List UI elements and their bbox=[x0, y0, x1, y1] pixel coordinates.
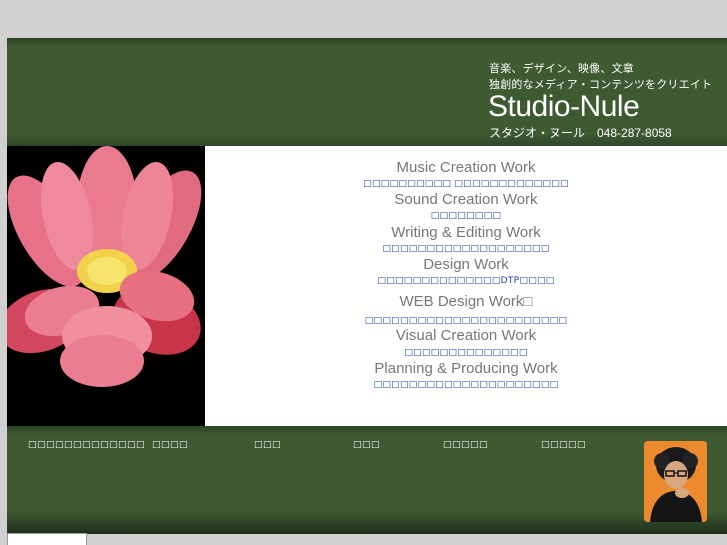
profile-photo[interactable] bbox=[644, 441, 707, 522]
lotus-flower-image bbox=[7, 146, 205, 426]
footer-nav: □□□□□□□□□□□□□ □□□□ □□□ □□□ □□□□□ □□□□□ bbox=[7, 426, 727, 534]
work-desc-visual[interactable]: □□□□□□□□□□□□□□ bbox=[205, 348, 727, 358]
work-title-music[interactable]: Music Creation Work bbox=[205, 159, 727, 176]
work-title-writing[interactable]: Writing & Editing Work bbox=[205, 224, 727, 241]
header-tagline-1: 音楽、デザイン、映像、文章 bbox=[489, 62, 634, 75]
work-desc-design[interactable]: □□□□□□□□□□□□□□DTP□□□□ bbox=[205, 276, 727, 286]
nav-item-6[interactable]: □□□□□ bbox=[541, 440, 586, 450]
nav-item-1[interactable]: □□□□□□□□□□□□□ bbox=[28, 440, 145, 450]
bottom-tab[interactable] bbox=[7, 533, 87, 545]
work-title-web-design[interactable]: WEB Design Work□ bbox=[205, 293, 727, 310]
works-list: Music Creation Work □□□□□□□□□□ □□□□□□□□□… bbox=[205, 146, 727, 426]
work-title-planning[interactable]: Planning & Producing Work bbox=[205, 360, 727, 377]
work-desc-planning[interactable]: □□□□□□□□□□□□□□□□□□□□□ bbox=[205, 380, 727, 390]
work-title-design[interactable]: Design Work bbox=[205, 256, 727, 273]
work-title-sound[interactable]: Sound Creation Work bbox=[205, 191, 727, 208]
nav-item-2[interactable]: □□□□ bbox=[152, 440, 188, 450]
nav-item-5[interactable]: □□□□□ bbox=[443, 440, 488, 450]
nav-item-4[interactable]: □□□ bbox=[353, 440, 380, 450]
brand-logo-text[interactable]: Studio-Nule bbox=[488, 90, 640, 124]
profile-photo-graphic bbox=[644, 441, 707, 522]
header-contact: スタジオ・ヌール 048-287-8058 bbox=[489, 126, 672, 140]
lotus-flower-graphic bbox=[7, 146, 205, 426]
nav-item-3[interactable]: □□□ bbox=[254, 440, 281, 450]
work-desc-sound[interactable]: □□□□□□□□ bbox=[205, 211, 727, 221]
work-desc-music[interactable]: □□□□□□□□□□ □□□□□□□□□□□□□ bbox=[205, 179, 727, 189]
work-desc-web-design[interactable]: □□□□□□□□□□□□□□□□□□□□□□□ bbox=[205, 316, 727, 326]
work-desc-writing[interactable]: □□□□□□□□□□□□□□□□□□□ bbox=[205, 244, 727, 254]
work-title-visual[interactable]: Visual Creation Work bbox=[205, 327, 727, 344]
site-header: 音楽、デザイン、映像、文章 独創的なメディア・コンテンツをクリエイト Studi… bbox=[7, 38, 727, 146]
site: 音楽、デザイン、映像、文章 独創的なメディア・コンテンツをクリエイト Studi… bbox=[7, 38, 727, 545]
